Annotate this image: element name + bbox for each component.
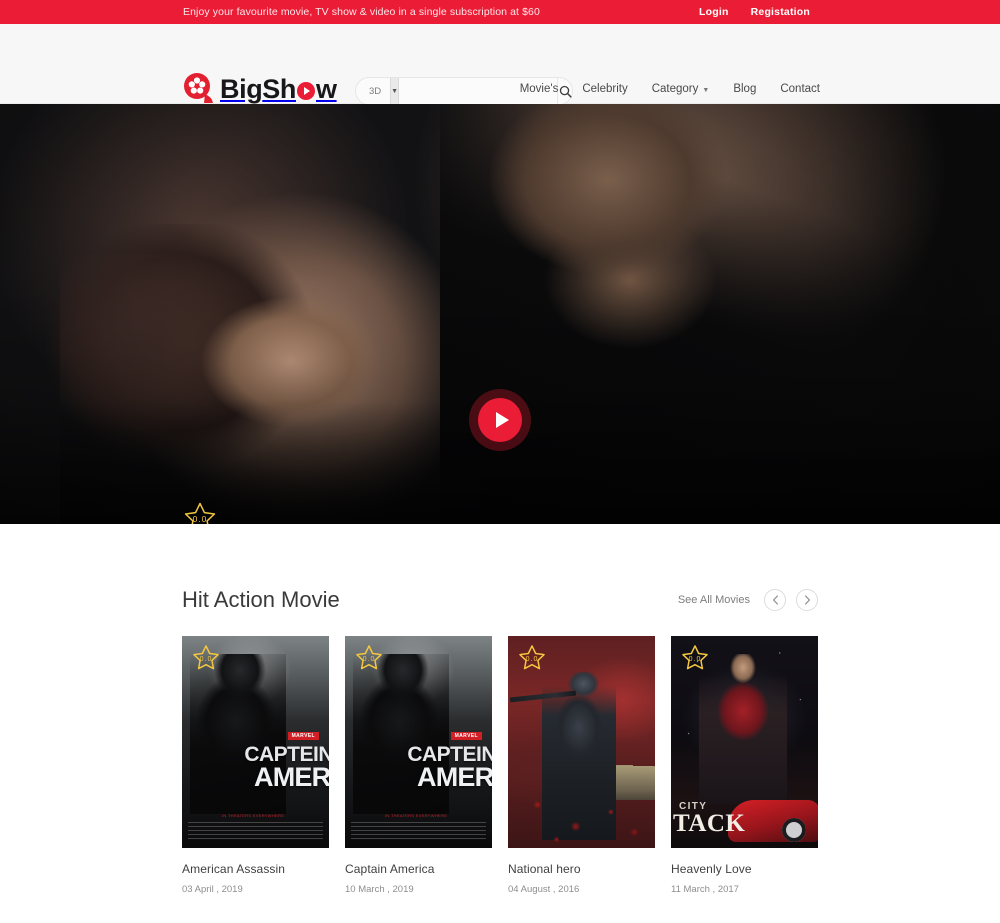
registration-link[interactable]: Registation: [751, 6, 810, 18]
chevron-left-icon: [772, 595, 778, 605]
hero-slider: 0.0 Heavenly Love 11 March , 2017 1 2 3: [0, 104, 1000, 524]
movie-rating-value: 0.0: [199, 655, 213, 663]
movie-rating-badge: 0.0: [191, 643, 221, 673]
hero-play-button[interactable]: [478, 398, 522, 442]
poster-marvel-label: MARVEL: [450, 732, 482, 740]
poster-tagline: IN THEATERS EVERYWHERE: [222, 813, 285, 818]
movie-title[interactable]: American Assassin: [182, 862, 329, 876]
movie-rating-badge: 0.0: [354, 643, 384, 673]
movie-date: 04 August , 2016: [508, 884, 580, 895]
section-title: Hit Action Movie: [182, 587, 340, 612]
movie-date: 03 April , 2019: [182, 884, 243, 895]
logo-play-o-icon: [297, 82, 315, 100]
poster-marvel-label: MARVEL: [287, 732, 319, 740]
nav-label: Movie's: [519, 83, 559, 95]
carousel-next-button[interactable]: [796, 589, 818, 611]
nav-item-blog[interactable]: Blog: [733, 83, 756, 95]
logo-text-w: w: [316, 73, 337, 104]
movie-card[interactable]: MARVEL CAPTEIN AMERI IN THEATERS EVERYWH…: [345, 636, 492, 895]
carousel-prev-button[interactable]: [764, 589, 786, 611]
nav-item-contact[interactable]: Contact: [780, 83, 820, 95]
movie-title[interactable]: Captain America: [345, 862, 492, 876]
auth-links: Login Registation: [699, 6, 810, 18]
movie-card-list: MARVEL CAPTEIN AMERI IN THEATERS EVERYWH…: [182, 636, 818, 895]
movie-card[interactable]: MARVEL CAPTEIN AMERI IN THEATERS EVERYWH…: [182, 636, 329, 895]
search-category-select[interactable]: 3D: [357, 78, 392, 104]
top-announcement-bar: Enjoy your favourite movie, TV show & vi…: [0, 0, 1000, 24]
section-controls: See All Movies: [678, 589, 818, 611]
logo-text-big: Big: [220, 73, 263, 104]
movie-poster[interactable]: 0.0: [508, 636, 655, 848]
nav-item-movies[interactable]: Movie's: [520, 83, 559, 95]
logo-text-sh: Sh: [262, 73, 296, 104]
site-header: Big Sh w 3D ▼ Movie's Celebrity Category ▼ …: [0, 24, 1000, 106]
poster-tagline: IN THEATERS EVERYWHERE: [385, 813, 448, 818]
movie-poster[interactable]: MARVEL CAPTEIN AMERI IN THEATERS EVERYWH…: [182, 636, 329, 848]
movie-title[interactable]: National hero: [508, 862, 655, 876]
movie-rating-value: 0.0: [688, 655, 702, 663]
movie-card[interactable]: CITY TACK 0.0 Heavenly Love 11 March , 2…: [671, 636, 818, 895]
movie-card[interactable]: 0.0 National hero 04 August , 2016: [508, 636, 655, 895]
hero-rating-value: 0.0: [192, 514, 208, 524]
movie-rating-badge: 0.0: [680, 643, 710, 673]
logo-wordmark: Big Sh w: [220, 73, 337, 104]
movie-date: 10 March , 2019: [345, 884, 414, 895]
movie-date: 11 March , 2017: [671, 884, 739, 895]
chevron-down-icon: ▼: [702, 86, 710, 94]
nav-label: Category: [651, 83, 699, 95]
movie-poster[interactable]: MARVEL CAPTEIN AMERI IN THEATERS EVERYWH…: [345, 636, 492, 848]
site-logo[interactable]: Big Sh w: [182, 72, 337, 106]
movie-rating-value: 0.0: [362, 655, 376, 663]
login-link[interactable]: Login: [699, 6, 729, 18]
see-all-movies-link[interactable]: See All Movies: [678, 594, 750, 606]
film-reel-icon: [182, 72, 216, 106]
section-header: Hit Action Movie See All Movies: [182, 524, 818, 613]
hero-background-image: [0, 104, 1000, 524]
movie-rating-badge: 0.0: [517, 643, 547, 673]
main-navigation: Movie's Celebrity Category ▼ Blog Contact: [520, 83, 820, 95]
nav-label: Celebrity: [582, 83, 628, 95]
hero-caption: 0.0 Heavenly Love 11 March , 2017: [182, 500, 371, 524]
nav-label: Contact: [780, 83, 820, 95]
movie-title[interactable]: Heavenly Love: [671, 862, 818, 876]
promo-text: Enjoy your favourite movie, TV show & vi…: [183, 6, 540, 18]
movie-poster[interactable]: CITY TACK 0.0: [671, 636, 818, 848]
poster-title-line2: AMERI: [254, 762, 329, 792]
poster-title-line2: AMERI: [417, 762, 492, 792]
hero-rating-badge: 0.0: [182, 500, 218, 524]
nav-item-celebrity[interactable]: Celebrity: [582, 83, 627, 95]
nav-item-category[interactable]: Category ▼: [652, 83, 710, 95]
chevron-right-icon: [804, 595, 810, 605]
chevron-down-icon[interactable]: ▼: [390, 78, 400, 104]
poster-title-line2: TACK: [673, 810, 746, 837]
nav-label: Blog: [733, 83, 757, 95]
hit-action-movie-section: Hit Action Movie See All Movies MARVEL C…: [0, 524, 1000, 895]
movie-rating-value: 0.0: [525, 655, 539, 663]
